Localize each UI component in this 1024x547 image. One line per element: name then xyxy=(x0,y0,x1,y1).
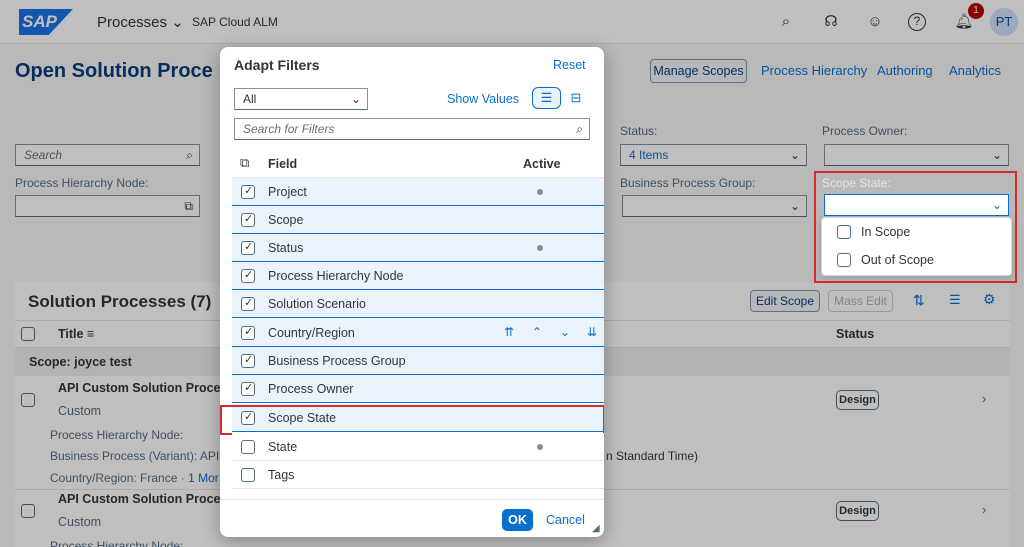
dialog-title: Adapt Filters xyxy=(234,57,320,73)
active-indicator xyxy=(537,444,543,450)
field-checkbox[interactable] xyxy=(241,468,255,482)
field-label: Process Hierarchy Node xyxy=(268,269,404,283)
ok-button[interactable]: OK xyxy=(502,509,533,531)
field-label: Scope xyxy=(268,213,304,227)
chevron-down-icon: ⌄ xyxy=(991,198,1002,212)
field-checkbox[interactable] xyxy=(241,381,255,396)
in-scope-checkbox[interactable] xyxy=(837,225,851,239)
field-checkbox[interactable] xyxy=(241,296,255,311)
filter-search-input[interactable]: Search for Filters ⌕ xyxy=(234,118,590,140)
column-active: Active xyxy=(523,157,561,171)
list-view-icon[interactable]: ☰ xyxy=(532,87,561,109)
select-all-icon[interactable]: ⧉ xyxy=(240,155,249,171)
field-checkbox[interactable] xyxy=(241,240,255,255)
field-checkbox[interactable] xyxy=(241,440,255,454)
chevron-down-icon: ⌄ xyxy=(350,92,361,106)
in-scope-option[interactable]: In Scope xyxy=(861,225,910,239)
filter-row-business-process-group[interactable]: Business Process Group xyxy=(232,347,604,375)
field-label: Status xyxy=(268,241,304,255)
filter-row-process-hierarchy-node[interactable]: Process Hierarchy Node xyxy=(232,262,604,290)
filter-row-status[interactable]: Status xyxy=(232,234,604,262)
field-label: Project xyxy=(268,185,307,199)
field-label: State xyxy=(268,440,298,454)
field-label: Tags xyxy=(268,468,295,482)
field-label: Business Process Group xyxy=(268,354,406,368)
scope-state-label: Scope State: xyxy=(822,176,891,190)
field-checkbox[interactable] xyxy=(241,325,255,340)
scope-state-select[interactable]: ⌄ xyxy=(824,194,1009,216)
out-of-scope-option[interactable]: Out of Scope xyxy=(861,253,934,267)
active-indicator xyxy=(537,245,543,251)
field-checkbox[interactable] xyxy=(241,268,255,283)
reset-button[interactable]: Reset xyxy=(553,58,586,72)
column-field: Field xyxy=(268,157,298,171)
filter-row-scope[interactable]: Scope xyxy=(232,206,604,234)
filter-row-project[interactable]: Project xyxy=(232,178,604,206)
move-to-bottom-icon[interactable]: ⇊ xyxy=(587,325,597,339)
footer-divider xyxy=(220,499,604,500)
resize-handle-icon[interactable]: ◢ xyxy=(592,523,600,534)
group-view-icon[interactable]: ⊟ xyxy=(565,87,587,109)
filter-row-tags[interactable]: Tags xyxy=(232,461,604,489)
cancel-button[interactable]: Cancel xyxy=(546,513,585,527)
filter-row-country-region[interactable]: Country/Region ⇈ ⌃ ⌄ ⇊ xyxy=(232,319,604,347)
field-checkbox[interactable] xyxy=(241,212,255,227)
field-label: Process Owner xyxy=(268,382,354,396)
search-icon: ⌕ xyxy=(576,122,583,136)
view-select[interactable]: All ⌄ xyxy=(234,88,368,110)
move-to-top-icon[interactable]: ⇈ xyxy=(504,325,514,339)
filter-row-state[interactable]: State xyxy=(232,433,604,461)
show-values-button[interactable]: Show Values xyxy=(447,92,519,106)
active-indicator xyxy=(537,189,543,195)
move-down-icon[interactable]: ⌄ xyxy=(560,325,570,339)
move-up-icon[interactable]: ⌃ xyxy=(532,325,542,339)
scope-state-row-highlight xyxy=(220,405,604,435)
field-label: Solution Scenario xyxy=(268,297,366,311)
filter-row-process-owner[interactable]: Process Owner xyxy=(232,375,604,403)
filter-row-solution-scenario[interactable]: Solution Scenario xyxy=(232,290,604,318)
field-checkbox[interactable] xyxy=(241,184,255,199)
out-of-scope-checkbox[interactable] xyxy=(837,253,851,267)
field-checkbox[interactable] xyxy=(241,353,255,368)
field-label: Country/Region xyxy=(268,326,355,340)
adapt-filters-dialog: Adapt Filters Reset All ⌄ Show Values ☰ ⊟… xyxy=(220,47,604,537)
